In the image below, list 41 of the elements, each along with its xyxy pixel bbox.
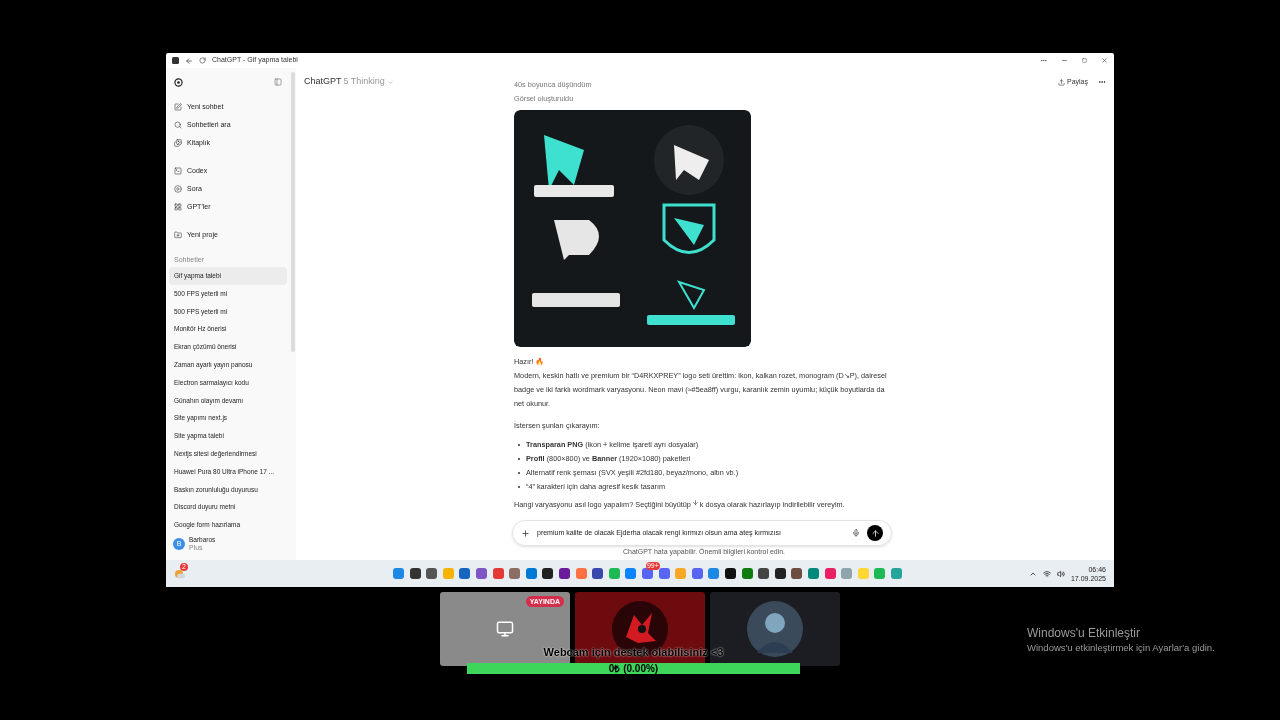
app-icon[interactable] bbox=[542, 568, 554, 579]
activation-subtitle: Windows'u etkinleştirmek için Ayarlar'a gidin. bbox=[1027, 641, 1215, 654]
plus-icon[interactable] bbox=[521, 528, 530, 538]
avatar-silhouette bbox=[747, 601, 803, 657]
tool-icon bbox=[174, 203, 182, 211]
more-icon[interactable] bbox=[1098, 78, 1106, 86]
scroll-down-button[interactable] bbox=[690, 497, 700, 507]
back-icon[interactable] bbox=[185, 56, 193, 65]
chevron-icon bbox=[386, 78, 394, 86]
tool-icon bbox=[174, 167, 182, 175]
volume-icon[interactable] bbox=[1056, 569, 1065, 578]
logo-icon bbox=[174, 77, 183, 87]
model-selector[interactable]: ChatGPT 5 Thinking bbox=[304, 75, 394, 89]
nav-icon bbox=[174, 103, 182, 111]
app-icon[interactable] bbox=[724, 568, 736, 579]
activation-title: Windows'u Etkinleştir bbox=[1027, 626, 1141, 641]
app-icon[interactable] bbox=[409, 568, 421, 579]
monitor-icon bbox=[496, 620, 514, 638]
app-icon[interactable] bbox=[559, 568, 570, 579]
share-icon bbox=[1058, 78, 1065, 86]
send-button[interactable] bbox=[867, 525, 883, 541]
maximize-icon[interactable] bbox=[1082, 58, 1087, 63]
arrow-up-icon bbox=[870, 528, 880, 538]
nav-icon bbox=[174, 121, 182, 129]
app-icon[interactable] bbox=[426, 568, 438, 579]
minimize-icon[interactable] bbox=[1061, 57, 1068, 64]
mic-icon[interactable] bbox=[852, 529, 860, 537]
nav-icon bbox=[174, 231, 182, 239]
app-icon[interactable] bbox=[774, 568, 786, 579]
goal-amount: 0₺ (0.00%) bbox=[608, 663, 659, 674]
app-icon[interactable] bbox=[791, 568, 803, 579]
tool-icon bbox=[174, 185, 182, 193]
app-icon bbox=[172, 57, 179, 64]
app-icon[interactable] bbox=[758, 568, 770, 579]
close-icon[interactable] bbox=[1101, 57, 1108, 64]
app-icon[interactable] bbox=[592, 568, 604, 579]
nav-icon bbox=[174, 139, 182, 147]
reload-icon[interactable] bbox=[199, 57, 206, 64]
sidebar-toggle-icon[interactable] bbox=[274, 78, 282, 86]
wifi-icon[interactable] bbox=[1042, 569, 1051, 578]
weather-icon[interactable] bbox=[174, 567, 186, 580]
